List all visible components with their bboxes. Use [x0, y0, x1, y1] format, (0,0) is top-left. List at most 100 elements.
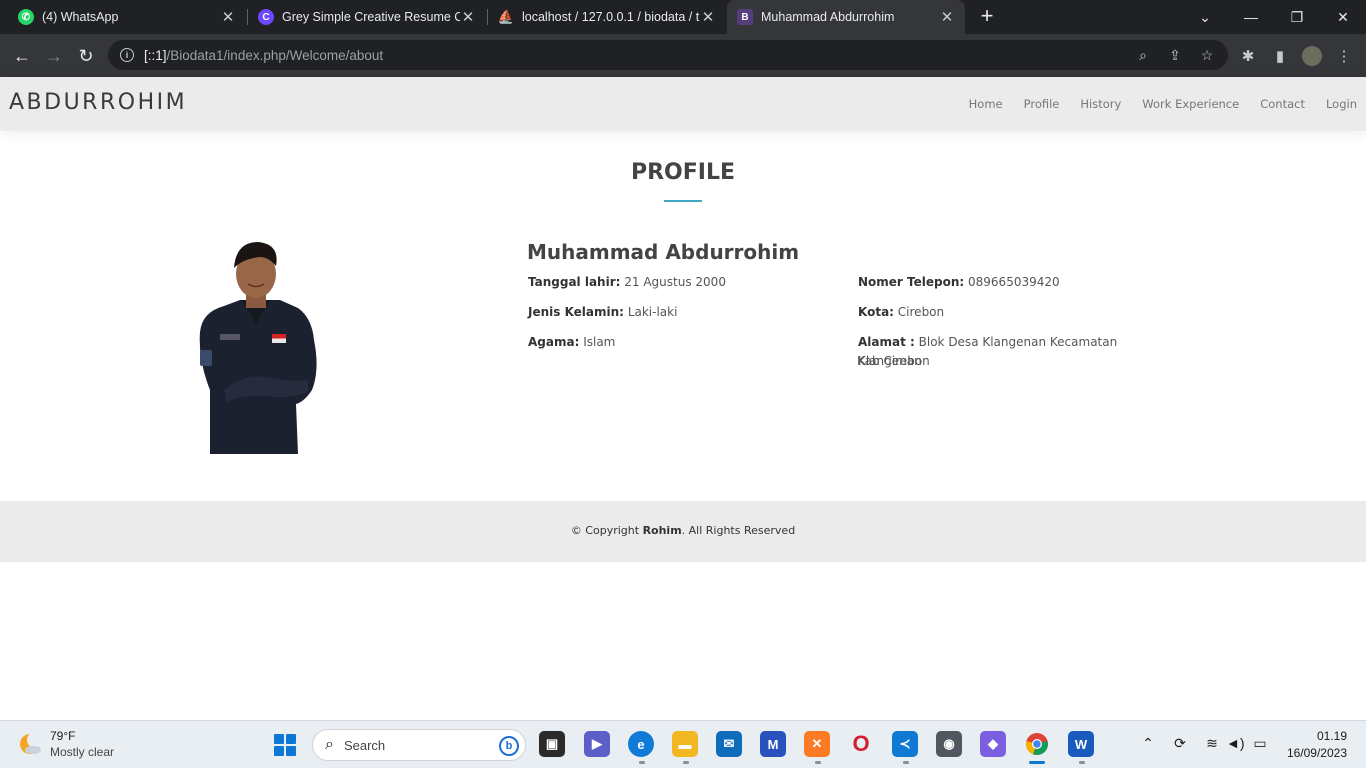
- reload-button[interactable]: ↻: [73, 43, 99, 69]
- gender-field: Jenis Kelamin: Laki-laki: [528, 303, 677, 322]
- xampp-icon[interactable]: ✕: [804, 731, 830, 757]
- windows-taskbar: 79°F Mostly clear ⌕ Search b ▣ ▶ e ▬ ✉ M…: [0, 720, 1366, 768]
- chevron-up-icon[interactable]: ⌃: [1139, 735, 1157, 752]
- clock-date[interactable]: 16/09/2023: [1287, 746, 1347, 760]
- camera-icon[interactable]: ◉: [936, 731, 962, 757]
- taskbar-search[interactable]: ⌕ Search b: [312, 729, 526, 761]
- search-icon: ⌕: [325, 736, 334, 753]
- city-field: Kota: Cirebon: [858, 303, 944, 322]
- city-value: Cirebon: [897, 305, 945, 319]
- extensions-icon[interactable]: ✱: [1238, 46, 1258, 66]
- url-text: [::1]/Biodata1/index.php/Welcome/about: [144, 48, 383, 63]
- browser-tab-strip: ✆ (4) WhatsApp ✕ C Grey Simple Creative …: [0, 0, 1366, 34]
- forward-button[interactable]: →: [41, 43, 67, 69]
- clock-time[interactable]: 01.19: [1317, 729, 1347, 743]
- browser-toolbar: ← → ↻ i [::1]/Biodata1/index.php/Welcome…: [0, 34, 1366, 77]
- tab-title: Muhammad Abdurrohim: [761, 10, 895, 24]
- copyright-suffix: . All Rights Reserved: [681, 524, 796, 537]
- tab-canva[interactable]: C Grey Simple Creative Resume CV ✕: [248, 0, 486, 34]
- menu-kebab-icon[interactable]: ⋮: [1334, 46, 1354, 66]
- title-underline: [664, 200, 702, 202]
- close-icon[interactable]: ✕: [700, 8, 716, 26]
- copyright-owner: Rohim: [642, 524, 682, 537]
- new-tab-button[interactable]: +: [975, 5, 999, 29]
- close-icon[interactable]: ✕: [220, 8, 236, 26]
- windows-logo-tile: [274, 746, 284, 756]
- zoom-icon[interactable]: ⌕: [1135, 47, 1151, 63]
- info-icon[interactable]: i: [120, 48, 134, 62]
- opera-icon[interactable]: O: [848, 731, 874, 757]
- close-icon[interactable]: ✕: [460, 8, 476, 26]
- address-value-2: Kab Cirebon: [857, 354, 930, 368]
- religion-value: Islam: [583, 335, 616, 349]
- address-field-line-2: Kab Cirebon: [857, 352, 930, 371]
- chrome-logo: [1026, 733, 1048, 756]
- store-icon[interactable]: M: [760, 731, 786, 757]
- teams-chat-icon[interactable]: ▶: [584, 731, 610, 757]
- main-nav: Home Profile History Work Experience Con…: [969, 97, 1357, 111]
- task-view-icon[interactable]: ▣: [539, 731, 565, 757]
- running-indicator: [903, 761, 909, 764]
- file-explorer-icon[interactable]: ▬: [672, 731, 698, 757]
- site-header: ABDURROHIM Home Profile History Work Exp…: [0, 77, 1366, 131]
- birth-date-field: Tanggal lahir: 21 Agustus 2000: [528, 273, 726, 292]
- weather-moon-icon[interactable]: [18, 732, 42, 756]
- close-window-button[interactable]: ✕: [1320, 0, 1366, 34]
- nav-contact[interactable]: Contact: [1260, 97, 1305, 111]
- person-name: Muhammad Abdurrohim: [527, 240, 800, 264]
- share-icon[interactable]: ⇪: [1167, 47, 1183, 63]
- profile-photo: [199, 242, 317, 454]
- windows-logo-tile: [274, 734, 284, 744]
- volume-icon[interactable]: ◄): [1226, 735, 1245, 751]
- copilot-icon[interactable]: ◆: [980, 731, 1006, 757]
- start-button[interactable]: [274, 734, 296, 756]
- tab-search-button[interactable]: ⌄: [1182, 0, 1228, 34]
- birth-date-label: Tanggal lahir:: [528, 275, 621, 289]
- tab-biodata[interactable]: B Muhammad Abdurrohim ✕: [727, 0, 965, 34]
- windows-logo-tile: [286, 734, 296, 744]
- phone-field: Nomer Telepon: 089665039420: [858, 273, 1060, 292]
- restore-button[interactable]: ❐: [1274, 0, 1320, 34]
- side-panel-icon[interactable]: ▮: [1270, 46, 1290, 66]
- bootstrap-icon: B: [737, 9, 753, 25]
- sync-icon[interactable]: ⟳: [1171, 735, 1189, 752]
- running-indicator: [1079, 761, 1085, 764]
- site-logo[interactable]: ABDURROHIM: [9, 90, 187, 115]
- phpmyadmin-icon: ⛵: [497, 9, 515, 24]
- tab-whatsapp[interactable]: ✆ (4) WhatsApp ✕: [8, 0, 246, 34]
- nav-history[interactable]: History: [1080, 97, 1121, 111]
- nav-profile[interactable]: Profile: [1024, 97, 1060, 111]
- close-icon[interactable]: ✕: [939, 8, 955, 26]
- tab-title: localhost / 127.0.0.1 / biodata / t: [522, 10, 700, 24]
- battery-icon[interactable]: ▭: [1251, 735, 1269, 752]
- address-label: Alamat :: [858, 335, 915, 349]
- nav-login[interactable]: Login: [1326, 97, 1357, 111]
- site-footer: © Copyright Rohim. All Rights Reserved: [0, 501, 1366, 562]
- gender-value: Laki-laki: [627, 305, 678, 319]
- address-bar[interactable]: i [::1]/Biodata1/index.php/Welcome/about…: [108, 40, 1228, 70]
- nav-home[interactable]: Home: [969, 97, 1003, 111]
- url-path: /Biodata1/index.php/Welcome/about: [166, 47, 384, 63]
- running-indicator: [815, 761, 821, 764]
- phone-value: 089665039420: [968, 275, 1060, 289]
- nav-work-experience[interactable]: Work Experience: [1142, 97, 1239, 111]
- weather-temperature[interactable]: 79°F: [50, 729, 75, 743]
- bookmark-star-icon[interactable]: ☆: [1199, 47, 1215, 63]
- wifi-icon[interactable]: ≋: [1203, 735, 1221, 752]
- word-icon[interactable]: W: [1068, 731, 1094, 757]
- birth-date-value: 21 Agustus 2000: [624, 275, 726, 289]
- edge-icon[interactable]: e: [628, 731, 654, 757]
- profile-avatar[interactable]: [1302, 46, 1322, 66]
- mail-icon[interactable]: ✉: [716, 731, 742, 757]
- chrome-icon[interactable]: [1024, 731, 1050, 757]
- vscode-icon[interactable]: ≺: [892, 731, 918, 757]
- back-button[interactable]: ←: [9, 43, 35, 69]
- religion-field: Agama: Islam: [528, 333, 615, 352]
- minimize-button[interactable]: —: [1228, 0, 1274, 34]
- bing-icon[interactable]: b: [499, 736, 519, 756]
- copyright-text: © Copyright Rohim. All Rights Reserved: [0, 524, 1366, 537]
- weather-description[interactable]: Mostly clear: [50, 745, 114, 759]
- city-label: Kota:: [858, 305, 894, 319]
- tab-phpmyadmin[interactable]: ⛵ localhost / 127.0.0.1 / biodata / t ✕: [488, 0, 726, 34]
- running-indicator: [683, 761, 689, 764]
